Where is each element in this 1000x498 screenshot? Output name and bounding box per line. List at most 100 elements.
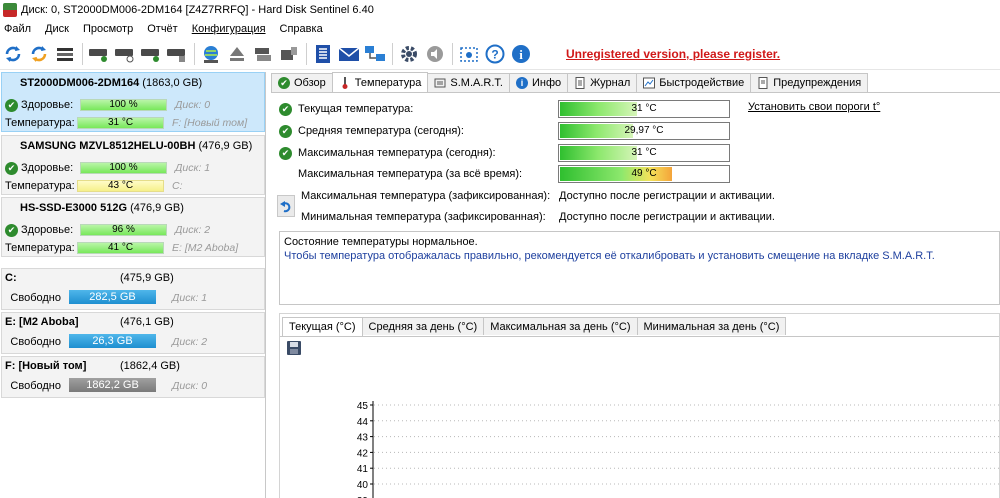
info-icon[interactable]: i — [510, 43, 532, 65]
menu-bar: Файл Диск Просмотр Отчёт Конфигурация Сп… — [0, 20, 1000, 38]
temp-row-label: Максимальная температура (зафиксированна… — [301, 190, 551, 202]
help-icon[interactable]: ? — [484, 43, 506, 65]
check-icon: ✔ — [5, 98, 18, 112]
disk-clock-icon[interactable] — [114, 43, 136, 65]
free-label: Свободно — [10, 380, 61, 392]
volume-card-e[interactable]: E: [M2 Aboba] (476,1 GB) Свободно 26,3 G… — [1, 312, 265, 354]
mail-icon[interactable] — [338, 43, 360, 65]
volume-disk: Диск: 1 — [172, 292, 208, 304]
free-label: Свободно — [10, 336, 61, 348]
disk-stack-icon[interactable] — [252, 43, 274, 65]
network-icon[interactable] — [364, 43, 386, 65]
tab-smart[interactable]: S.M.A.R.T. — [427, 73, 510, 92]
menu-view[interactable]: Просмотр — [79, 23, 143, 35]
main-tabs: ✔ Обзор Температура S.M.A.R.T. i Инфо Журн… — [271, 72, 869, 92]
title-bar: Диск: 0, ST2000DM006-2DM164 [Z4Z7RRFQ] -… — [0, 0, 1000, 20]
disk-card-1[interactable]: SAMSUNG MZVL8512HELU-00BH (476,9 GB) ✔ З… — [1, 135, 265, 195]
temp-row-min-fixed: Минимальная температура (зафиксированная… — [301, 208, 775, 226]
log-icon — [574, 77, 586, 89]
disk-health-row: ✔ Здоровье: 96 % Диск: 2 — [5, 222, 263, 238]
temp-row-label: Максимальная температура (сегодня): — [298, 147, 496, 159]
tab-overview[interactable]: ✔ Обзор — [271, 73, 333, 92]
volume-card-c[interactable]: C: (475,9 GB) Свободно 282,5 GB Диск: 1 — [1, 268, 265, 310]
tab-log[interactable]: Журнал — [567, 73, 638, 92]
drive-list-icon[interactable] — [54, 43, 76, 65]
temp-label: Температура: — [5, 242, 75, 254]
temp-row-max-fixed: Максимальная температура (зафиксированна… — [301, 187, 775, 205]
disk-list-pane: ST2000DM006-2DM164 (1863,0 GB) ✔ Здоровь… — [0, 72, 266, 498]
temp-row-max-today: ✔ Максимальная температура (сегодня): — [279, 144, 556, 162]
disk-info-icon[interactable] — [166, 43, 188, 65]
tab-alerts[interactable]: Предупреждения — [750, 73, 869, 92]
history-tabs: Текущая (°C) Средняя за день (°C) Максим… — [282, 317, 787, 336]
toolbar: ? i Unregistered version, please registe… — [0, 38, 1000, 70]
menu-config[interactable]: Конфигурация — [188, 23, 276, 35]
temp-value: 31 °C — [631, 147, 657, 158]
menu-report[interactable]: Отчёт — [143, 23, 187, 35]
toolbar-separator — [392, 42, 393, 65]
temperature-panel: ✔ Текущая температура: 31 °C Установить … — [271, 92, 1000, 498]
subtab-current[interactable]: Текущая (°C) — [282, 317, 363, 336]
tab-temperature[interactable]: Температура — [331, 72, 429, 92]
gear-icon[interactable] — [398, 43, 420, 65]
chart-icon — [643, 77, 656, 89]
temp-row-value: Доступно после регистрации и активации. — [559, 190, 775, 202]
info-icon: i — [515, 77, 528, 89]
globe-icon[interactable] — [200, 43, 222, 65]
app-icon — [3, 3, 17, 17]
free-bar: 26,3 GB — [69, 334, 156, 348]
refresh-icon[interactable] — [2, 43, 24, 65]
disk-temp-row: Температура: 41 °C E: [M2 Aboba] — [5, 240, 263, 256]
menu-help[interactable]: Справка — [276, 23, 333, 35]
temp-bar-avg: 29,97 °C — [558, 122, 730, 140]
volume-size: (476,1 GB) — [120, 316, 174, 328]
tab-info[interactable]: i Инфо — [508, 73, 569, 92]
menu-file[interactable]: Файл — [0, 23, 41, 35]
set-thresholds-link[interactable]: Установить свои пороги t° — [748, 101, 880, 113]
subtab-avg-day[interactable]: Средняя за день (°C) — [361, 317, 485, 335]
tab-label: Журнал — [590, 77, 631, 89]
tab-label: Температура — [354, 76, 422, 89]
history-panel: Текущая (°C) Средняя за день (°C) Максим… — [279, 313, 1000, 498]
eject-icon[interactable] — [226, 43, 248, 65]
report-icon[interactable] — [312, 43, 334, 65]
temp-value: 31 °C — [631, 103, 657, 114]
disk-health-row: ✔ Здоровье: 100 % Диск: 0 — [5, 97, 263, 113]
volume-disk: Диск: 2 — [172, 336, 208, 348]
refresh-all-icon[interactable] — [28, 43, 50, 65]
screenshot-icon[interactable] — [458, 43, 480, 65]
free-bar: 1862,2 GB — [69, 378, 156, 392]
tab-performance[interactable]: Быстродействие — [636, 73, 752, 92]
undo-icon[interactable] — [277, 195, 295, 217]
check-icon: ✔ — [279, 102, 292, 116]
y-tick-label: 45 — [357, 401, 369, 412]
temp-bar-max-today: 31 °C — [558, 144, 730, 162]
health-bar: 100 % — [80, 162, 167, 174]
disk-test-icon[interactable] — [88, 43, 110, 65]
disk-volume: C: — [172, 180, 183, 192]
temp-bar-current: 31 °C — [558, 100, 730, 118]
speaker-icon[interactable] — [424, 43, 446, 65]
toolbar-separator — [82, 42, 83, 65]
toolbar-separator — [194, 42, 195, 65]
volume-card-f[interactable]: F: [Новый том] (1862,4 GB) Свободно 1862… — [1, 356, 265, 398]
check-icon: ✔ — [278, 77, 290, 89]
health-label: Здоровье: — [21, 99, 74, 111]
temp-bar: 31 °C — [77, 117, 164, 129]
toolbar-separator — [452, 42, 453, 65]
menu-disk[interactable]: Диск — [41, 23, 79, 35]
disk-temp-row: Температура: 43 °C C: — [5, 178, 263, 194]
disk-id: Диск: 2 — [175, 224, 211, 236]
subtab-max-day[interactable]: Максимальная за день (°C) — [483, 317, 638, 335]
temp-label: Температура: — [5, 117, 75, 129]
disk-check-icon[interactable] — [140, 43, 162, 65]
disk-card-2[interactable]: HS-SSD-E3000 512G (476,9 GB) ✔ Здоровье:… — [1, 197, 265, 257]
temp-row-label: Средняя температура (сегодня): — [298, 125, 464, 137]
temp-bar: 43 °C — [77, 180, 164, 192]
disk-card-0[interactable]: ST2000DM006-2DM164 (1863,0 GB) ✔ Здоровь… — [1, 72, 265, 132]
subtab-min-day[interactable]: Минимальная за день (°C) — [636, 317, 787, 335]
disk-repair-icon[interactable] — [278, 43, 300, 65]
volume-name: C: — [5, 272, 17, 284]
temperature-chart: 45444342414039 — [357, 401, 999, 498]
unregistered-link[interactable]: Unregistered version, please register. — [566, 47, 780, 61]
